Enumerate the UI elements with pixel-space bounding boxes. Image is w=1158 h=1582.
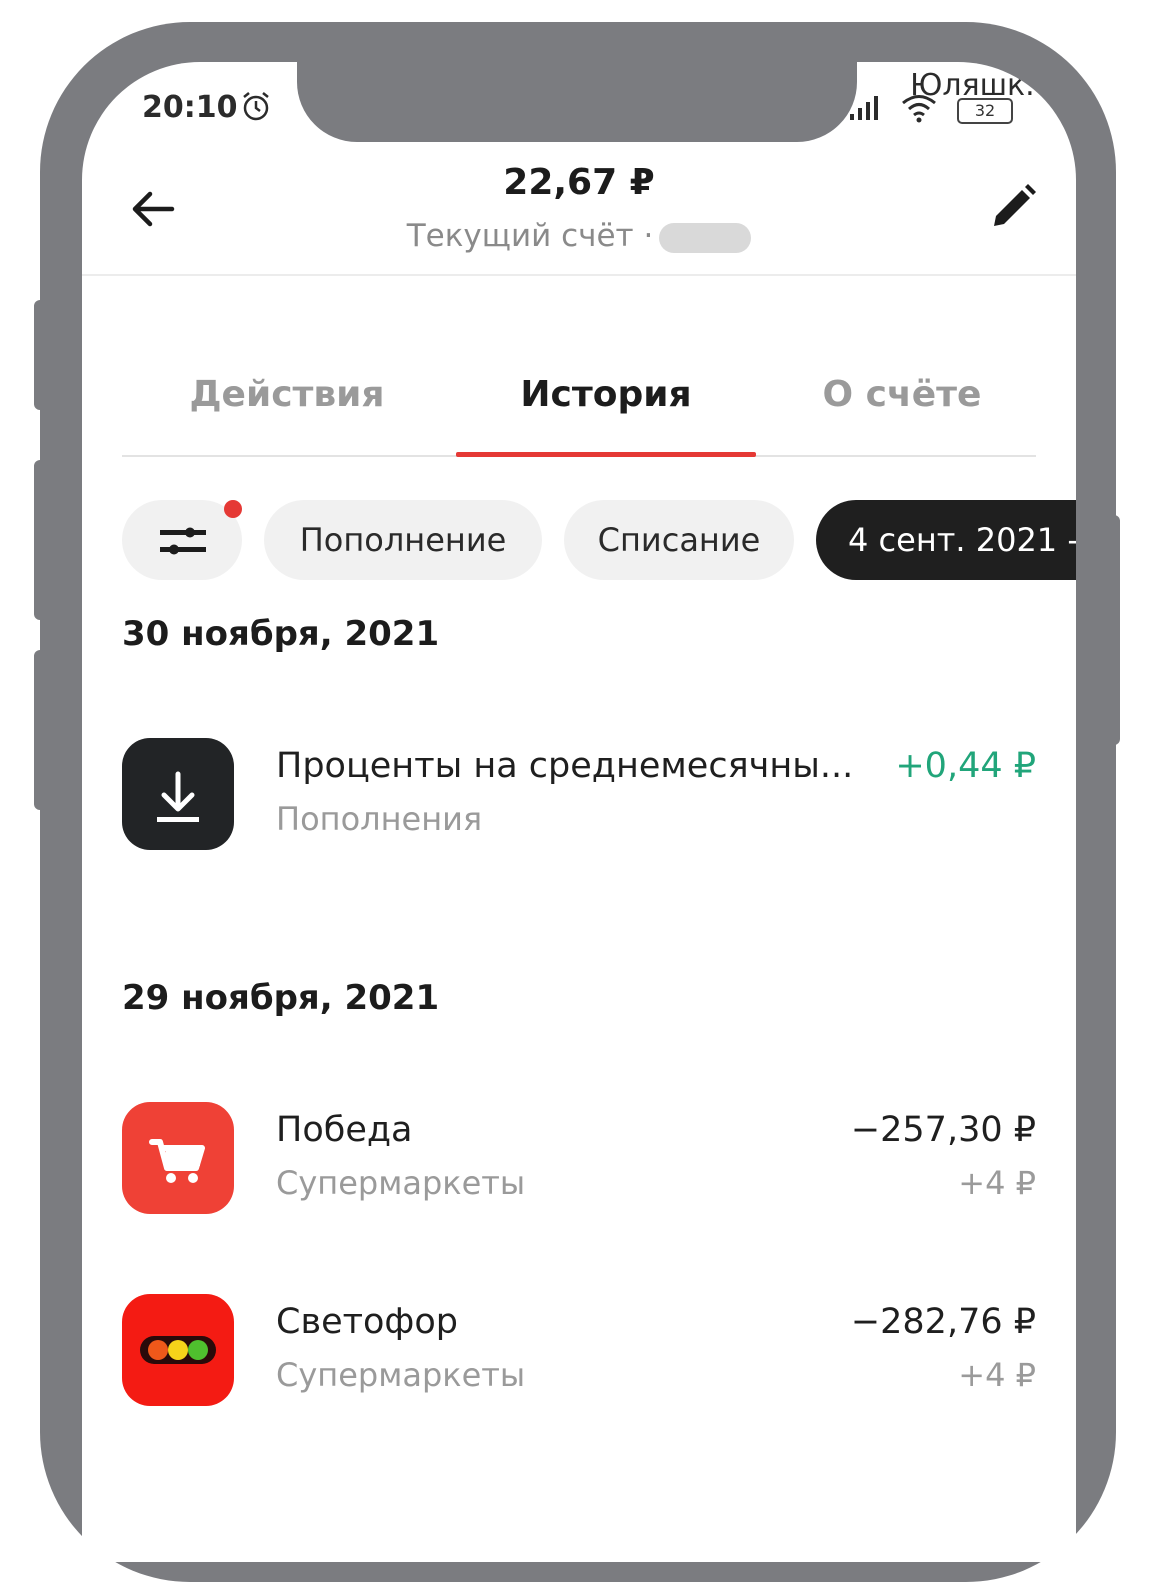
alarm-icon bbox=[243, 92, 269, 121]
transaction-amount: +0,44 ₽ bbox=[895, 746, 1036, 786]
date-header: 30 ноября, 2021 bbox=[122, 614, 440, 654]
transaction-amount: −257,30 ₽ bbox=[850, 1110, 1036, 1150]
phone-side-button bbox=[34, 650, 48, 810]
transaction-category: Пополнения bbox=[276, 800, 483, 838]
tab-history[interactable]: История bbox=[456, 374, 756, 415]
edit-pencil-icon[interactable] bbox=[986, 180, 1040, 234]
cashback-bonus: +4 ₽ bbox=[958, 1356, 1036, 1394]
signal-icon bbox=[850, 96, 878, 120]
tab-about-account[interactable]: О счёте bbox=[782, 374, 1022, 415]
account-name: Текущий счёт · bbox=[82, 218, 1076, 254]
screen: 20:10 Юляшк. 32 22,67 ₽ Текущий счёт · Д… bbox=[82, 62, 1076, 1562]
wifi-icon bbox=[902, 95, 936, 123]
filter-sliders-icon bbox=[160, 527, 206, 555]
active-tab-indicator bbox=[456, 452, 756, 457]
account-label: Текущий счёт · bbox=[406, 218, 654, 254]
transaction-title[interactable]: Победа bbox=[276, 1110, 413, 1150]
transaction-icon bbox=[122, 1294, 234, 1406]
phone-side-button bbox=[34, 460, 48, 620]
transaction-icon bbox=[122, 738, 234, 850]
phone-side-button bbox=[1106, 515, 1120, 745]
cashback-bonus: +4 ₽ bbox=[958, 1164, 1036, 1202]
cart-icon bbox=[149, 1139, 205, 1183]
phone-side-button bbox=[34, 300, 48, 410]
header-divider bbox=[82, 274, 1076, 276]
account-balance: 22,67 ₽ bbox=[503, 162, 655, 203]
download-icon bbox=[157, 771, 199, 822]
battery-indicator: 32 bbox=[957, 98, 1013, 124]
tab-actions[interactable]: Действия bbox=[152, 374, 422, 415]
date-header: 29 ноября, 2021 bbox=[122, 978, 440, 1018]
chip-date-range[interactable]: 4 сент. 2021 - bbox=[816, 500, 1076, 580]
chip-topup[interactable]: Пополнение bbox=[264, 500, 542, 580]
transaction-title[interactable]: Светофор bbox=[276, 1302, 458, 1342]
filter-active-dot bbox=[224, 500, 242, 518]
transaction-title[interactable]: Проценты на среднемесячны... bbox=[276, 746, 853, 786]
transaction-icon bbox=[122, 1102, 234, 1214]
masked-account-number bbox=[659, 222, 752, 253]
camera-notch bbox=[297, 62, 857, 142]
chip-writeoff[interactable]: Списание bbox=[564, 500, 794, 580]
transaction-category: Супермаркеты bbox=[276, 1164, 526, 1202]
transaction-category: Супермаркеты bbox=[276, 1356, 526, 1394]
traffic-light-icon bbox=[140, 1336, 216, 1364]
status-time: 20:10 bbox=[142, 90, 238, 125]
transaction-amount: −282,76 ₽ bbox=[850, 1302, 1036, 1342]
